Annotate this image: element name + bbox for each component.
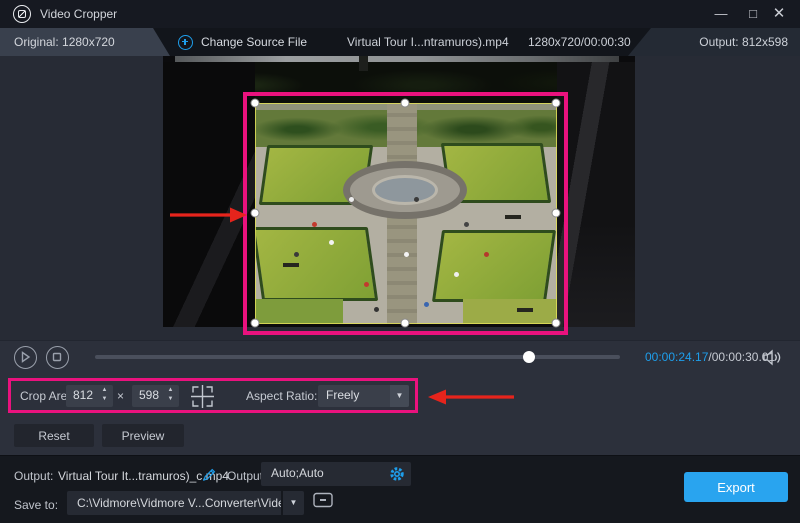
crop-width-input[interactable]: 812 ▲ ▼ (66, 385, 113, 407)
crop-center-icon (189, 383, 216, 410)
stepper-up-icon[interactable]: ▲ (164, 386, 177, 395)
scene-dim-right (557, 62, 635, 327)
settings-gear-icon[interactable] (389, 466, 405, 482)
crop-selection-frame[interactable] (255, 103, 557, 324)
close-button[interactable]: ✕ (764, 0, 794, 28)
dimensions-times-label: × (117, 385, 124, 407)
crop-handle-left-middle[interactable] (251, 209, 260, 218)
rename-button[interactable] (202, 467, 217, 487)
stop-icon (47, 347, 67, 367)
crop-center-button[interactable] (189, 383, 216, 410)
stepper-down-icon[interactable]: ▼ (98, 395, 111, 404)
original-size-tab: Original: 1280x720 (0, 28, 170, 56)
pencil-icon (202, 467, 217, 482)
seek-slider[interactable] (95, 355, 620, 359)
volume-icon (762, 349, 782, 366)
output-section: Output: Virtual Tour It...tramuros)_c.mp… (0, 455, 800, 523)
crop-height-value: 598 (139, 388, 159, 402)
output-name-label: Output: (14, 469, 53, 483)
crop-height-stepper[interactable]: ▲ ▼ (164, 386, 177, 406)
preview-button[interactable]: Preview (102, 424, 184, 447)
video-cropper-window: Video Cropper — □ ✕ Original: 1280x720 C… (0, 0, 800, 523)
crop-height-input[interactable]: 598 ▲ ▼ (132, 385, 179, 407)
play-button[interactable] (14, 346, 37, 369)
top-info-bar: Original: 1280x720 Change Source File Vi… (0, 28, 800, 56)
save-path-dropdown-button[interactable]: ▼ (282, 491, 304, 515)
crop-handle-top-right[interactable] (552, 99, 561, 108)
crop-handle-right-middle[interactable] (552, 209, 561, 218)
save-to-label: Save to: (14, 498, 58, 512)
app-logo-icon (13, 5, 31, 23)
change-source-label: Change Source File (201, 35, 307, 49)
crop-handle-bottom-left[interactable] (251, 319, 260, 328)
aspect-ratio-label: Aspect Ratio: (246, 385, 317, 407)
open-folder-button[interactable] (312, 491, 336, 515)
scene-dim-left (163, 62, 255, 327)
export-button[interactable]: Export (684, 472, 788, 502)
plus-circle-icon (178, 35, 193, 50)
minimize-button[interactable]: — (706, 0, 736, 28)
file-info: Virtual Tour I...ntramuros).mp4 1280x720… (347, 28, 631, 56)
current-time: 00:00:24.17 (645, 350, 708, 364)
time-display: 00:00:24.17/00:00:30.01 (645, 350, 775, 364)
crop-width-value: 812 (73, 388, 93, 402)
controls-panel: 00:00:24.17/00:00:30.01 Crop Area: 812 ▲… (0, 340, 800, 455)
save-path-field[interactable]: C:\Vidmore\Vidmore V...Converter\Video C… (67, 491, 281, 515)
title-bar: Video Cropper — □ ✕ (0, 0, 800, 28)
crop-handle-top-middle[interactable] (401, 99, 410, 108)
aspect-ratio-dropdown[interactable]: Freely ▼ (318, 385, 409, 407)
folder-icon (312, 491, 334, 509)
chevron-down-icon[interactable]: ▼ (390, 385, 409, 407)
stepper-up-icon[interactable]: ▲ (98, 386, 111, 395)
output-format-field[interactable]: Auto;Auto (261, 462, 411, 486)
window-title: Video Cropper (40, 7, 117, 21)
video-stage (0, 56, 800, 340)
play-icon (15, 347, 35, 367)
scene-tower (359, 56, 368, 71)
stepper-down-icon[interactable]: ▼ (164, 395, 177, 404)
crop-handle-top-left[interactable] (251, 99, 260, 108)
change-source-file-button[interactable]: Change Source File (178, 28, 307, 56)
reset-button[interactable]: Reset (14, 424, 94, 447)
file-meta: 1280x720/00:00:30 (528, 35, 631, 49)
output-size-tab: Output: 812x598 (628, 28, 800, 56)
aspect-ratio-value: Freely (326, 388, 359, 402)
seek-thumb[interactable] (523, 351, 535, 363)
output-format-value: Auto;Auto (271, 466, 324, 480)
crop-handle-bottom-right[interactable] (552, 319, 561, 328)
crop-handle-bottom-middle[interactable] (401, 319, 410, 328)
volume-button[interactable] (762, 349, 782, 371)
file-name: Virtual Tour I...ntramuros).mp4 (347, 35, 509, 49)
crop-width-stepper[interactable]: ▲ ▼ (98, 386, 111, 406)
stop-button[interactable] (46, 346, 69, 369)
